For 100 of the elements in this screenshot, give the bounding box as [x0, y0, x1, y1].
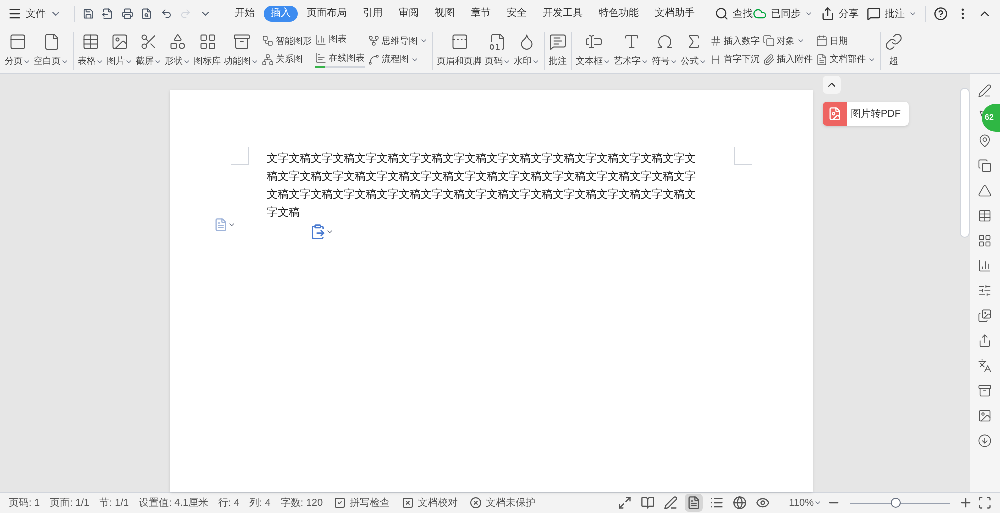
caret-icon	[326, 228, 334, 236]
image-to-pdf-button[interactable]: 图片转PDF	[823, 102, 909, 126]
menu-tab[interactable]: 页面布局	[300, 6, 354, 22]
zoom-slider-thumb[interactable]	[890, 498, 900, 508]
ribbon-button[interactable]: 艺术字	[613, 32, 650, 68]
ribbon-button[interactable]: 空白页	[33, 32, 70, 68]
sidebar-tool-icon[interactable]	[978, 434, 992, 448]
ribbon-icon	[763, 35, 775, 48]
menu-tab[interactable]: 安全	[500, 6, 534, 22]
ribbon-button[interactable]: 智能图形	[262, 34, 312, 48]
status-button[interactable]: 文档校对	[396, 496, 464, 510]
ribbon-button[interactable]: 截屏	[135, 32, 163, 68]
status-button[interactable]: 拼写检查	[328, 496, 396, 510]
sidebar-tool-icon[interactable]	[978, 359, 992, 373]
status-field: 节: 1/1	[94, 496, 134, 510]
toolbar-icon[interactable]	[82, 7, 94, 21]
sidebar-tool-icon[interactable]	[978, 334, 992, 348]
sidebar-tool-icon[interactable]	[978, 84, 992, 98]
sidebar-tool-icon[interactable]	[978, 384, 992, 398]
paste-options-icon[interactable]	[310, 224, 326, 240]
menu-tab[interactable]: 开发工具	[536, 6, 590, 22]
ribbon-icon	[232, 32, 250, 51]
caret-icon	[228, 221, 236, 229]
view-mode-icon	[641, 496, 656, 510]
view-mode-button[interactable]	[685, 494, 704, 512]
margin-corner-mark	[734, 147, 752, 165]
view-mode-button[interactable]	[731, 494, 750, 512]
ribbon-button[interactable]: 插入附件	[763, 53, 813, 66]
status-field: 页码: 1	[4, 496, 46, 510]
zoom-dropdown[interactable]: 110%	[789, 496, 822, 510]
scrollbar[interactable]	[960, 88, 970, 238]
share-button[interactable]: 分享	[821, 6, 859, 22]
caret-icon	[805, 10, 813, 18]
menu-tab[interactable]: 开始	[228, 6, 262, 22]
ribbon-button[interactable]: 符号	[651, 32, 679, 68]
ribbon-button[interactable]: 图表	[315, 33, 365, 46]
ribbon-button[interactable]: 页眉和页脚	[436, 32, 483, 68]
ribbon-button[interactable]: 在线图表	[315, 52, 365, 65]
ribbon-button[interactable]: 超	[884, 32, 904, 68]
sidebar-tool-icon[interactable]	[978, 234, 992, 248]
ribbon-button[interactable]: 对象	[763, 34, 813, 48]
ribbon-button[interactable]: 页码	[484, 32, 512, 68]
zoom-slider-track[interactable]	[850, 497, 950, 509]
view-mode-button[interactable]	[662, 494, 680, 512]
document-text[interactable]: 文字文稿文字文稿文字文稿文字文稿文字文稿文字文稿文字文稿文字文稿文字文稿文字文稿文字文稿文字文稿文字文稿文字文稿文字文稿文字文稿文字文稿文字文稿文字文稿文字文稿文字文稿文字文稿文字文稿文字文稿文字文稿文字文稿文字文稿文字文稿文字文稿文字文稿	[267, 150, 702, 222]
view-mode-icon	[733, 496, 748, 510]
ribbon-button[interactable]: 首字下沉	[710, 53, 760, 66]
ribbon-button[interactable]: 功能图	[223, 32, 260, 68]
comment-button[interactable]: 批注	[867, 6, 917, 22]
toolbar-icon[interactable]	[122, 7, 134, 21]
sidebar-tool-icon[interactable]	[978, 184, 992, 198]
caret-icon	[909, 10, 917, 18]
status-field: 设置值: 4.1厘米	[134, 496, 214, 510]
menu-tab[interactable]: 文档助手	[648, 6, 702, 22]
ribbon-button[interactable]: 文档部件	[816, 53, 876, 66]
help-icon[interactable]	[934, 7, 948, 21]
sidebar-tool-icon[interactable]	[978, 284, 992, 298]
menu-tab[interactable]: 视图	[428, 6, 462, 22]
toolbar-icon[interactable]	[160, 7, 172, 21]
menu-icon	[8, 7, 22, 21]
toolbar-icon[interactable]	[141, 7, 153, 21]
sidebar-tool-icon[interactable]	[978, 309, 992, 323]
ribbon-button[interactable]: 文本框	[575, 32, 612, 68]
menu-tab[interactable]: 特色功能	[592, 6, 646, 22]
ribbon-button[interactable]: 水印	[513, 32, 541, 68]
ribbon-button[interactable]: 公式	[680, 32, 708, 68]
ribbon-button[interactable]: 图片	[106, 32, 134, 68]
collapse-button[interactable]	[823, 76, 841, 94]
ribbon-button[interactable]: 流程图	[368, 53, 428, 66]
ribbon-button[interactable]: 分页	[4, 32, 32, 68]
zoom-in-icon[interactable]	[959, 496, 973, 510]
sidebar-tool-icon[interactable]	[978, 409, 992, 423]
file-menu[interactable]: 文件	[8, 6, 70, 22]
ribbon-button[interactable]: 关系图	[262, 53, 312, 66]
sidebar-tool-icon[interactable]	[978, 209, 992, 223]
ribbon-button[interactable]: 图标库	[193, 32, 222, 68]
menu-tab[interactable]: 章节	[464, 6, 498, 22]
sidebar-tool-icon[interactable]	[978, 134, 992, 148]
ribbon-button[interactable]: 思维导图	[368, 34, 428, 48]
menu-tab[interactable]: 引用	[356, 6, 390, 22]
pdf-icon	[828, 107, 842, 121]
search-button[interactable]: 查找	[714, 6, 753, 22]
ribbon-icon	[315, 34, 327, 46]
ribbon-icon	[368, 35, 380, 48]
ribbon-icon	[710, 54, 722, 66]
ribbon-button[interactable]: 日期	[816, 34, 876, 48]
fit-icon[interactable]	[978, 496, 992, 510]
sidebar-tool-icon[interactable]	[978, 159, 992, 173]
sidebar-tool-icon[interactable]	[978, 259, 992, 273]
status-button[interactable]: 文档未保护	[464, 496, 542, 510]
ribbon-button[interactable]: 批注	[548, 32, 568, 68]
ribbon-icon	[111, 32, 129, 51]
ribbon-button[interactable]: 形状	[164, 32, 192, 68]
ribbon-button[interactable]: 插入数字	[710, 34, 760, 48]
ribbon-icon	[816, 54, 828, 66]
ribbon-icon	[549, 32, 567, 51]
ribbon-button[interactable]: 表格	[77, 32, 105, 68]
menu-tab[interactable]: 审阅	[392, 6, 426, 22]
toolbar-icon[interactable]	[102, 7, 114, 21]
sync-button[interactable]: 已同步	[753, 6, 813, 22]
